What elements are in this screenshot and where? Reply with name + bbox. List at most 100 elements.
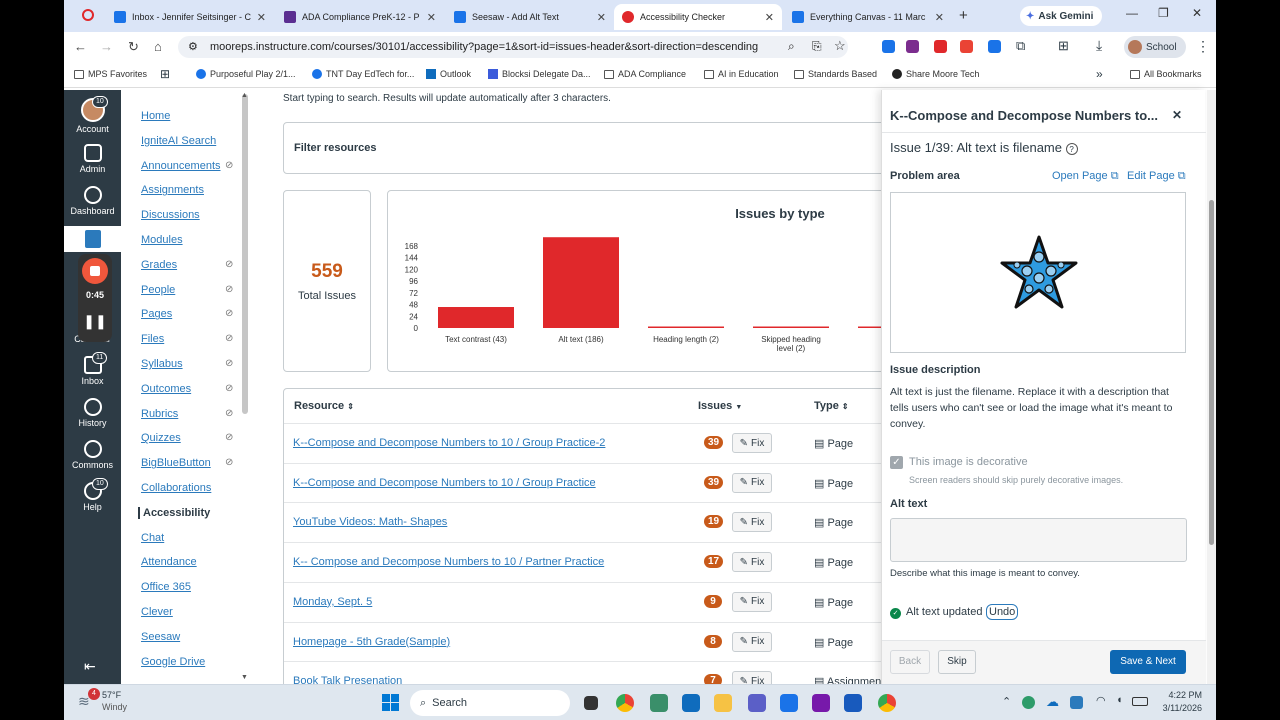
course-nav-item[interactable]: Rubrics [141,408,178,420]
pause-button[interactable]: ❚❚ [82,308,108,334]
edit-page-link[interactable]: Edit Page ⧉ [1127,170,1186,183]
tab-search-icon[interactable]: ⊞ [1058,38,1069,54]
resource-link[interactable]: Homepage - 5th Grade(Sample) [293,636,450,648]
tray-app-icon[interactable] [1070,696,1083,709]
more-menu-icon[interactable]: ⋮ [1196,38,1210,55]
all-bookmarks[interactable]: All Bookmarks [1130,69,1202,79]
fix-button[interactable]: ✎ Fix [732,472,772,493]
wifi-icon[interactable]: ◠ [1096,694,1106,707]
fix-button[interactable]: ✎ Fix [732,671,772,684]
bookmark-ada-compliance[interactable]: ADA Compliance [604,69,686,79]
panel-scrollbar[interactable] [1207,90,1216,684]
bar-2[interactable] [648,326,724,329]
battery-icon[interactable] [1132,697,1148,706]
record-icon[interactable] [82,9,94,21]
scroll-up-icon[interactable]: ▲ [241,92,248,99]
close-panel-icon[interactable]: ✕ [1172,108,1182,122]
skip-button[interactable]: Skip [938,650,976,674]
bar-1[interactable] [543,237,619,328]
pen-extension-icon[interactable] [882,40,895,53]
bookmark-blocksi[interactable]: Blocksi Delegate Da... [488,69,591,79]
reload-icon[interactable]: ↻ [128,39,139,55]
course-nav-item[interactable]: IgniteAI Search [141,135,216,147]
cast-icon[interactable]: ⎘ [812,39,822,54]
resource-link[interactable]: Monday, Sept. 5 [293,596,372,608]
fix-button[interactable]: ✎ Fix [732,512,772,533]
extensions-puzzle-icon[interactable]: ⧉ [1016,38,1025,54]
scroll-thumb[interactable] [1209,200,1214,545]
close-icon[interactable]: ✕ [257,11,266,24]
minimize-icon[interactable]: — [1126,6,1138,20]
course-nav-item[interactable]: Outcomes [141,383,191,395]
issues-column-header[interactable]: Issues ▼ [698,400,742,412]
course-nav-item[interactable]: Syllabus [141,358,183,370]
bookmark-star-icon[interactable]: ☆ [834,38,846,54]
restore-icon[interactable]: ❐ [1158,6,1169,20]
course-nav-item[interactable]: Pages [141,308,172,320]
capture-extension-icon[interactable] [988,40,1001,53]
bookmarks-overflow-icon[interactable]: » [1096,67,1103,81]
weather-widget[interactable]: ≋ 4 57°F Windy [78,688,158,717]
apps-grid-icon[interactable]: ⊞ [160,67,170,81]
bookmark-purposeful-play[interactable]: Purposeful Play 2/1... [196,69,296,79]
course-nav-item[interactable]: Collaborations [141,482,211,494]
collapse-nav-icon[interactable]: ⇤ [84,658,96,675]
file-explorer-icon[interactable] [714,694,732,712]
onenote-icon[interactable] [812,694,830,712]
close-icon[interactable]: ✕ [935,11,944,24]
ask-gemini-button[interactable]: ✦ Ask Gemini [1020,6,1102,26]
undo-button[interactable]: Undo [986,604,1019,620]
resource-link[interactable]: YouTube Videos: Math- Shapes [293,516,447,528]
decorative-checkbox[interactable]: ✓ [890,456,903,469]
resource-column-header[interactable]: Resource ⇕ [294,400,354,412]
close-icon[interactable]: ✕ [597,11,606,24]
course-nav-item[interactable]: People [141,284,175,296]
stop-recording-button[interactable] [82,258,108,284]
profile-button[interactable]: School [1124,36,1186,58]
course-nav-item[interactable]: Seesaw [141,631,180,643]
tab-everything-canvas[interactable]: Everything Canvas - 11 Marc ✕ [784,4,952,30]
fix-button[interactable]: ✎ Fix [732,433,772,453]
clock-time[interactable]: 4:22 PM [1156,690,1202,700]
tab-seesaw[interactable]: Seesaw - Add Alt Text ✕ [446,4,614,30]
s-extension-icon[interactable] [906,40,919,53]
course-nav-item[interactable]: Accessibility [138,506,210,519]
type-column-header[interactable]: Type ⇕ [814,400,849,412]
filter-resources-panel[interactable]: Filter resources [283,122,881,174]
save-next-button[interactable]: Save & Next [1110,650,1186,674]
nav-courses[interactable] [64,226,121,252]
outlook-icon[interactable] [682,694,700,712]
nav-commons[interactable]: Commons [64,440,121,470]
bookmark-mps-favorites[interactable]: MPS Favorites [74,69,147,79]
nav-account[interactable]: Account 10 [64,96,121,134]
resource-link[interactable]: K--Compose and Decompose Numbers to 10 /… [293,477,596,489]
course-nav-item[interactable]: Home [141,110,170,122]
course-nav-item[interactable]: Assignments [141,184,204,196]
alt-text-input[interactable] [890,518,1187,562]
scroll-down-icon[interactable]: ▼ [241,674,248,681]
course-nav-item[interactable]: Office 365 [141,581,191,593]
course-nav-item[interactable]: Google Drive [141,656,205,668]
chrome-profile-icon[interactable] [878,694,896,712]
url-field[interactable]: ⚙ mooreps.instructure.com/courses/30101/… [178,36,848,58]
onedrive-icon[interactable]: ☁ [1046,694,1059,710]
tab-ada[interactable]: ADA Compliance PreK-12 - P ✕ [276,4,444,30]
clock-date[interactable]: 3/11/2026 [1150,703,1202,713]
new-tab-icon[interactable]: + [959,7,968,24]
nav-inbox[interactable]: Inbox 11 [64,352,121,386]
course-nav-item[interactable]: Modules [141,234,183,246]
tab-accessibility-checker[interactable]: Accessibility Checker ✕ [614,4,782,30]
resource-link[interactable]: K-- Compose and Decompose Numbers to 10 … [293,556,604,568]
nav-help[interactable]: Help 10 [64,478,121,512]
chrome-icon[interactable] [616,694,634,712]
course-nav-item[interactable]: BigBlueButton [141,457,211,469]
word-icon[interactable] [844,694,862,712]
taskbar-search[interactable]: ⌕ Search [410,690,570,716]
bookmark-standards-based[interactable]: Standards Based [794,69,877,79]
teams-icon[interactable] [748,694,766,712]
bar-3[interactable] [753,326,829,329]
bookmark-ai-in-education[interactable]: AI in Education [704,69,779,79]
fix-button[interactable]: ✎ Fix [732,552,772,573]
nav-dashboard[interactable]: Dashboard [64,186,121,216]
course-nav-item[interactable]: Chat [141,532,164,544]
